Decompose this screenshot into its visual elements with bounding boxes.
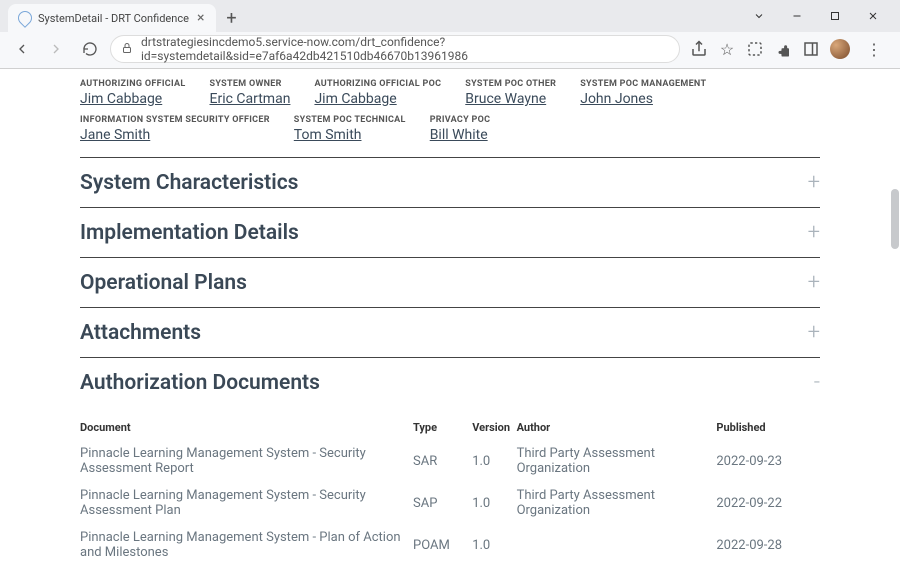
contact-link[interactable]: Bruce Wayne: [465, 91, 556, 107]
contact-privacy-poc: PRIVACY POC Bill White: [430, 115, 491, 143]
scrollbar-thumb[interactable]: [891, 189, 899, 249]
page-content: AUTHORIZING OFFICIAL Jim Cabbage SYSTEM …: [0, 69, 900, 566]
doc-author: Third Party Assessment Organization: [517, 482, 717, 524]
contact-label: AUTHORIZING OFFICIAL: [80, 79, 186, 89]
col-type: Type: [413, 417, 472, 440]
contact-link[interactable]: Jane Smith: [80, 127, 270, 143]
section-title: System Characteristics: [80, 171, 298, 195]
contact-system-poc-other: SYSTEM POC OTHER Bruce Wayne: [465, 79, 556, 107]
contact-link[interactable]: Bill White: [430, 127, 491, 143]
section-title: Authorization Documents: [80, 371, 320, 395]
extension-icons: ☆ ⋮: [686, 39, 892, 59]
doc-name: Pinnacle Learning Management System - Pl…: [80, 524, 413, 566]
section-system-characteristics[interactable]: System Characteristics +: [80, 158, 820, 208]
panel-icon[interactable]: [802, 40, 820, 58]
shield-icon: [15, 8, 35, 28]
contacts-row-1: AUTHORIZING OFFICIAL Jim Cabbage SYSTEM …: [80, 79, 820, 158]
contact-link[interactable]: Jim Cabbage: [314, 91, 441, 107]
col-published: Published: [716, 417, 820, 440]
contact-link[interactable]: Tom Smith: [294, 127, 406, 143]
vertical-scrollbar[interactable]: [890, 69, 900, 526]
table-row[interactable]: Pinnacle Learning Management System - Se…: [80, 482, 820, 524]
doc-type: SAR: [413, 440, 472, 482]
auth-docs-content: Document Type Version Author Published P…: [80, 407, 820, 566]
doc-published: 2022-09-28: [716, 524, 820, 566]
window-controls: [740, 4, 892, 28]
section-attachments[interactable]: Attachments +: [80, 308, 820, 358]
contact-authorizing-official: AUTHORIZING OFFICIAL Jim Cabbage: [80, 79, 186, 107]
kebab-menu-icon[interactable]: ⋮: [860, 40, 888, 59]
minus-icon: -: [814, 370, 820, 395]
doc-name: Pinnacle Learning Management System - Se…: [80, 482, 413, 524]
plus-icon: +: [808, 320, 820, 345]
contact-label: AUTHORIZING OFFICIAL POC: [314, 79, 441, 89]
table-row[interactable]: Pinnacle Learning Management System - Se…: [80, 440, 820, 482]
contact-label: SYSTEM OWNER: [210, 79, 291, 89]
section-title: Implementation Details: [80, 221, 299, 245]
doc-name: Pinnacle Learning Management System - Se…: [80, 440, 413, 482]
contact-system-owner: SYSTEM OWNER Eric Cartman: [210, 79, 291, 107]
browser-tab[interactable]: SystemDetail - DRT Confidence ×: [8, 4, 216, 32]
forward-button[interactable]: [42, 35, 70, 63]
section-authorization-documents[interactable]: Authorization Documents -: [80, 358, 820, 407]
url-text: drtstrategiesincdemo5.service-now.com/dr…: [141, 35, 669, 63]
contact-label: INFORMATION SYSTEM SECURITY OFFICER: [80, 115, 270, 125]
plus-icon: +: [808, 220, 820, 245]
back-button[interactable]: [8, 35, 36, 63]
close-icon[interactable]: ×: [195, 10, 206, 26]
star-icon[interactable]: ☆: [718, 40, 736, 58]
doc-type: POAM: [413, 524, 472, 566]
maximize-button[interactable]: [816, 4, 854, 28]
doc-published: 2022-09-22: [716, 482, 820, 524]
close-button[interactable]: [854, 4, 892, 28]
table-row[interactable]: Pinnacle Learning Management System - Pl…: [80, 524, 820, 566]
doc-published: 2022-09-23: [716, 440, 820, 482]
doc-version: 1.0: [472, 524, 516, 566]
address-bar[interactable]: drtstrategiesincdemo5.service-now.com/dr…: [110, 35, 680, 63]
contact-system-poc-management: SYSTEM POC MANAGEMENT John Jones: [580, 79, 706, 107]
contact-system-poc-technical: SYSTEM POC TECHNICAL Tom Smith: [294, 115, 406, 143]
section-operational-plans[interactable]: Operational Plans +: [80, 258, 820, 308]
documents-table: Document Type Version Author Published P…: [80, 417, 820, 566]
avatar[interactable]: [830, 39, 850, 59]
reload-button[interactable]: [76, 35, 104, 63]
lock-icon: [121, 42, 133, 57]
screenshot-icon[interactable]: [746, 40, 764, 58]
doc-author: Third Party Assessment Organization: [517, 440, 717, 482]
contact-label: SYSTEM POC MANAGEMENT: [580, 79, 706, 89]
doc-type: SAP: [413, 482, 472, 524]
doc-version: 1.0: [472, 482, 516, 524]
contact-link[interactable]: Eric Cartman: [210, 91, 291, 107]
doc-version: 1.0: [472, 440, 516, 482]
minimize-button[interactable]: [778, 4, 816, 28]
plus-icon: +: [808, 170, 820, 195]
section-implementation-details[interactable]: Implementation Details +: [80, 208, 820, 258]
chevron-down-icon[interactable]: [740, 4, 778, 28]
contact-isso: INFORMATION SYSTEM SECURITY OFFICER Jane…: [80, 115, 270, 143]
col-version: Version: [472, 417, 516, 440]
share-icon[interactable]: [690, 40, 708, 58]
address-row: drtstrategiesincdemo5.service-now.com/dr…: [0, 32, 900, 68]
contact-link[interactable]: Jim Cabbage: [80, 91, 186, 107]
browser-chrome: SystemDetail - DRT Confidence × +: [0, 0, 900, 69]
section-title: Attachments: [80, 321, 201, 345]
contact-label: SYSTEM POC TECHNICAL: [294, 115, 406, 125]
contact-link[interactable]: John Jones: [580, 91, 706, 107]
col-author: Author: [517, 417, 717, 440]
col-document: Document: [80, 417, 413, 440]
tab-title: SystemDetail - DRT Confidence: [38, 12, 189, 25]
doc-author: [517, 524, 717, 566]
plus-icon: +: [808, 270, 820, 295]
tab-strip: SystemDetail - DRT Confidence × +: [0, 0, 900, 32]
contact-authorizing-official-poc: AUTHORIZING OFFICIAL POC Jim Cabbage: [314, 79, 441, 107]
section-title: Operational Plans: [80, 271, 247, 295]
contact-label: SYSTEM POC OTHER: [465, 79, 556, 89]
new-tab-button[interactable]: +: [216, 6, 246, 31]
contact-label: PRIVACY POC: [430, 115, 491, 125]
table-header: Document Type Version Author Published: [80, 417, 820, 440]
puzzle-icon[interactable]: [774, 40, 792, 58]
